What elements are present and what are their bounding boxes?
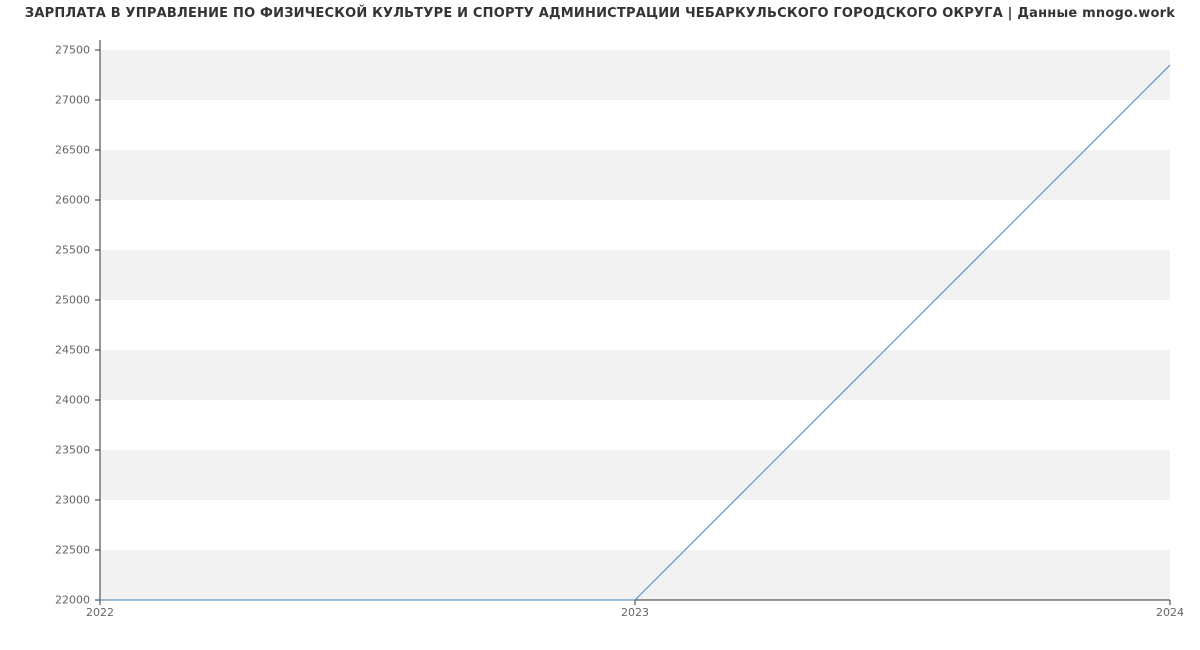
chart-container: ЗАРПЛАТА В УПРАВЛЕНИЕ ПО ФИЗИЧЕСКОЙ КУЛЬ… (0, 0, 1200, 650)
y-tick-label: 26500 (0, 144, 90, 157)
y-tick-label: 25500 (0, 244, 90, 257)
plot-area (100, 40, 1170, 600)
y-tick-label: 23500 (0, 444, 90, 457)
x-tick-label: 2022 (60, 606, 140, 619)
y-tick-label: 26000 (0, 194, 90, 207)
y-tick-label: 23000 (0, 494, 90, 507)
y-tick-label: 22000 (0, 594, 90, 607)
x-tick-label: 2024 (1130, 606, 1200, 619)
chart-title: ЗАРПЛАТА В УПРАВЛЕНИЕ ПО ФИЗИЧЕСКОЙ КУЛЬ… (0, 6, 1200, 21)
chart-svg (100, 40, 1170, 600)
y-tick-label: 24000 (0, 394, 90, 407)
x-tick-label: 2023 (595, 606, 675, 619)
y-tick-label: 27500 (0, 44, 90, 57)
y-tick-label: 27000 (0, 94, 90, 107)
y-tick-label: 22500 (0, 544, 90, 557)
y-tick-label: 25000 (0, 294, 90, 307)
y-tick-label: 24500 (0, 344, 90, 357)
